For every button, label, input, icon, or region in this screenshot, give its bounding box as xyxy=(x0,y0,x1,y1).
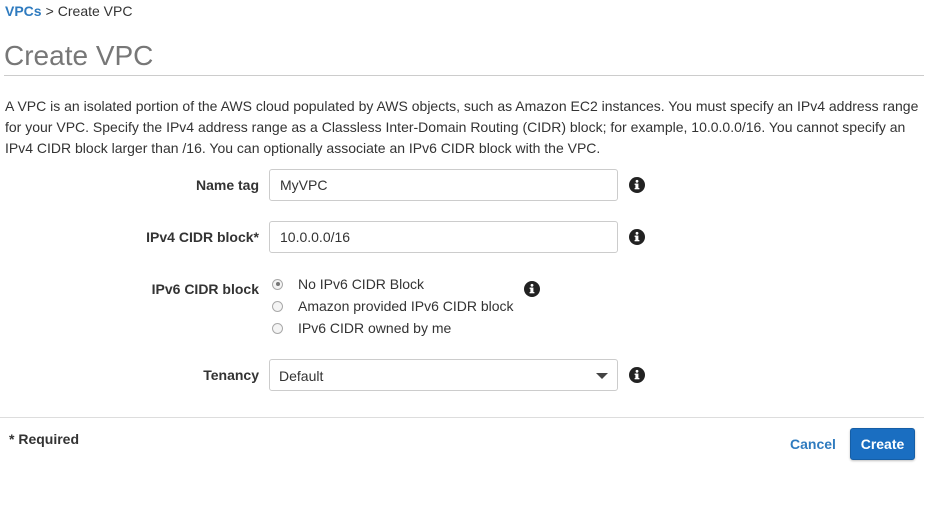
tenancy-selected-value: Default xyxy=(279,368,324,384)
page-title: Create VPC xyxy=(4,40,154,71)
name-tag-input[interactable] xyxy=(269,169,618,201)
title-divider xyxy=(4,75,924,76)
tenancy-select[interactable]: Default xyxy=(269,359,618,391)
create-vpc-page: VPCs > Create VPC Create VPC A VPC is an i… xyxy=(0,0,928,526)
breadcrumb-vpcs-link[interactable]: VPCs xyxy=(5,3,42,19)
name-tag-label: Name tag xyxy=(195,177,259,193)
page-description: A VPC is an isolated portion of the AWS … xyxy=(5,98,919,156)
radio-label: Amazon provided IPv6 CIDR block xyxy=(298,298,514,314)
required-note: * Required xyxy=(9,431,80,447)
tenancy-label: Tenancy xyxy=(203,367,259,383)
ipv6-option-none[interactable]: No IPv6 CIDR Block xyxy=(272,274,424,294)
radio-button[interactable] xyxy=(272,300,283,312)
ipv4-cidr-label: IPv4 CIDR block* xyxy=(146,229,259,245)
radio-label: IPv6 CIDR owned by me xyxy=(298,320,452,336)
create-button[interactable]: Create xyxy=(850,428,915,460)
footer-divider xyxy=(0,417,924,418)
name-tag-info-icon[interactable] xyxy=(629,177,645,193)
breadcrumb: VPCs > Create VPC xyxy=(5,3,132,19)
radio-button-selected[interactable] xyxy=(272,278,283,290)
breadcrumb-current: Create VPC xyxy=(57,3,133,19)
ipv4-cidr-input[interactable] xyxy=(269,221,618,253)
ipv4-cidr-info-icon[interactable] xyxy=(629,229,645,245)
radio-button[interactable] xyxy=(272,322,283,334)
radio-label: No IPv6 CIDR Block xyxy=(298,276,425,292)
chevron-down-icon xyxy=(596,373,608,379)
ipv6-cidr-label: IPv6 CIDR block xyxy=(151,281,259,297)
ipv6-option-owned-by-me[interactable]: IPv6 CIDR owned by me xyxy=(272,318,451,338)
ipv6-option-amazon-provided[interactable]: Amazon provided IPv6 CIDR block xyxy=(272,296,514,316)
tenancy-info-icon[interactable] xyxy=(629,367,645,383)
cancel-button[interactable]: Cancel xyxy=(790,436,836,452)
ipv6-cidr-info-icon[interactable] xyxy=(524,281,540,297)
breadcrumb-separator: > xyxy=(45,3,54,19)
